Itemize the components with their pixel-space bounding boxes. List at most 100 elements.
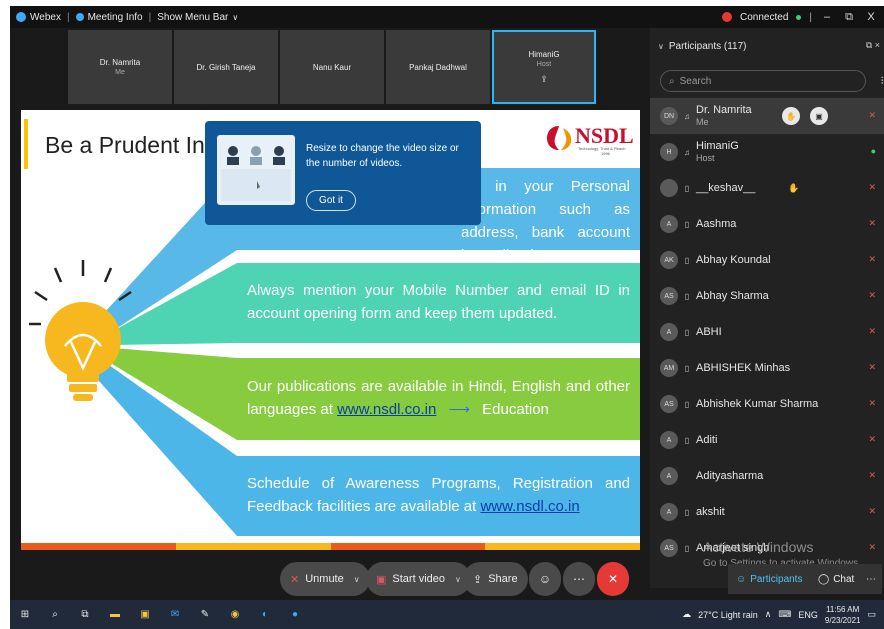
headset-icon: ♫ [684, 111, 690, 121]
mic-muted-icon[interactable]: ✕ [868, 470, 876, 481]
slide-box-mobile-email: Always mention your Mobile Number and em… [237, 263, 640, 343]
mic-muted-icon[interactable]: ✕ [868, 290, 876, 301]
clock[interactable]: 11:56 AM 9/23/2021 [825, 604, 861, 626]
mic-muted-icon[interactable]: ✕ [868, 542, 876, 553]
nsdl-year: 1996 [601, 151, 610, 156]
participants-toggle-button[interactable]: ☺ Participants [728, 564, 811, 594]
avatar [660, 179, 678, 197]
share-button[interactable]: ⇪ Share [463, 562, 528, 596]
unmute-label: Unmute [305, 573, 344, 585]
video-tile-active[interactable]: HimaniG Host ⇪ [492, 30, 596, 104]
raised-hand-icon: ✋ [788, 183, 800, 193]
start-video-button[interactable]: ▣ Start video ∨ [366, 562, 471, 596]
popout-close-icon[interactable]: ⧉ × [866, 40, 880, 51]
unmute-button[interactable]: ✕ Unmute ∨ [280, 562, 370, 596]
tile-sub: Me [115, 69, 125, 76]
mic-muted-icon[interactable]: ✕ [868, 506, 876, 517]
participant-row[interactable]: A ▯ Aashma ✕ [650, 206, 884, 242]
tile-sub: Host [536, 60, 552, 68]
phone-icon: ▯ [684, 435, 690, 445]
panel-more-button[interactable]: ⋯ [860, 564, 882, 594]
participant-search-input[interactable]: ⌕ Search [660, 70, 866, 92]
close-window-button[interactable]: X [864, 11, 878, 23]
weather-icon: ☁ [682, 609, 692, 619]
participant-row[interactable]: ▯ __keshav__ ✋ ✕ [650, 170, 884, 206]
nsdl-link[interactable]: www.nsdl.co.in [337, 401, 436, 418]
leave-meeting-button[interactable]: ✕ [597, 562, 629, 596]
windows-start-icon[interactable]: ⊞ [10, 600, 40, 629]
webex-taskbar-icon[interactable]: ● [280, 600, 310, 629]
activate-windows-watermark: Activate Windows [703, 539, 814, 555]
chevron-down-icon: ∨ [232, 12, 239, 22]
video-tile[interactable]: Nanu Kaur [280, 30, 384, 104]
nsdl-link[interactable]: www.nsdl.co.in [480, 498, 579, 515]
mail-icon[interactable]: ✉ [160, 600, 190, 629]
more-options-button[interactable]: ⋯ [563, 562, 595, 596]
participant-list: DN ♫ Dr. Namrita Me ✋ ▣ ✕ H ♫ HimaniG Ho… [650, 98, 884, 566]
participant-row[interactable]: A ▯ akshit ✕ [650, 494, 884, 530]
participant-row[interactable]: AS ▯ Abhishek Kumar Sharma ✕ [650, 386, 884, 422]
task-view-icon[interactable]: ⧉ [70, 600, 100, 629]
video-strip: Dr. Namrita Me Dr. Girish Taneja Nanu Ka… [68, 30, 596, 104]
participant-row[interactable]: AS ▯ Abhay Sharma ✕ [650, 278, 884, 314]
chat-toggle-button[interactable]: ◯ Chat [810, 564, 863, 594]
share-icon: ⇪ [473, 573, 483, 586]
mic-on-icon[interactable]: ● [871, 146, 876, 156]
got-it-button[interactable]: Got it [306, 190, 356, 211]
share-screen-icon: ⇪ [540, 73, 548, 84]
participant-row[interactable]: DN ♫ Dr. Namrita Me ✋ ▣ ✕ [650, 98, 884, 134]
participant-name: __keshav__ [696, 182, 756, 194]
participant-row[interactable]: AK ▯ Abhay Koundal ✕ [650, 242, 884, 278]
search-icon[interactable]: ⌕ [40, 600, 70, 629]
more-button[interactable]: ▣ [810, 107, 828, 125]
mic-muted-icon[interactable]: ✕ [868, 110, 876, 121]
minimize-button[interactable]: – [820, 11, 834, 23]
restore-button[interactable]: ⧉ [842, 11, 856, 24]
show-menu-bar-button[interactable]: Show Menu Bar ∨ [151, 12, 244, 23]
collapse-chevron-icon[interactable]: ∨ [658, 42, 664, 51]
participant-row[interactable]: A ▯ Aditi ✕ [650, 422, 884, 458]
store-icon[interactable]: ▣ [130, 600, 160, 629]
phone-icon: ▯ [684, 507, 690, 517]
avatar: H [660, 143, 678, 161]
raise-hand-button[interactable]: ✋ [782, 107, 800, 125]
file-explorer-icon[interactable]: ▬ [100, 600, 130, 629]
sort-icon[interactable]: ⁝ [881, 74, 884, 87]
mic-muted-icon[interactable]: ✕ [868, 326, 876, 337]
weather-text[interactable]: 27°C Light rain [698, 610, 758, 620]
mic-muted-icon[interactable]: ✕ [868, 434, 876, 445]
reactions-button[interactable]: ☺ [529, 562, 561, 596]
video-tile[interactable]: Dr. Namrita Me [68, 30, 172, 104]
box3-education: Education [482, 401, 549, 418]
tile-name: Nanu Kaur [312, 62, 352, 72]
participant-row[interactable]: AM ▯ ABHISHEK Minhas ✕ [650, 350, 884, 386]
webex-screen: Webex | Meeting Info | Show Menu Bar ∨ C… [10, 6, 884, 629]
participant-name: Aditi [696, 434, 718, 446]
meeting-controls: ✕ Unmute ∨ ▣ Start video ∨ ⇪ Share ☺ ⋯ ✕… [10, 558, 884, 600]
phone-icon: ▯ [684, 291, 690, 301]
language-indicator[interactable]: ENG [798, 610, 818, 620]
mic-muted-icon[interactable]: ✕ [868, 398, 876, 409]
edge-icon[interactable]: ◐ [250, 600, 280, 629]
mic-muted-icon[interactable]: ✕ [868, 182, 876, 193]
mic-muted-icon[interactable]: ✕ [868, 362, 876, 373]
video-tile[interactable]: Pankaj Dadhwal [386, 30, 490, 104]
avatar: A [660, 215, 678, 233]
webex-menu[interactable]: Webex [10, 12, 67, 23]
notification-icon[interactable]: ▭ [867, 609, 876, 620]
video-tile[interactable]: Dr. Girish Taneja [174, 30, 278, 104]
participant-row[interactable]: A Adityasharma ✕ [650, 458, 884, 494]
paint-icon[interactable]: ✎ [190, 600, 220, 629]
box2-text: Always mention your Mobile Number and em… [247, 282, 630, 322]
participant-row[interactable]: H ♫ HimaniG Host ● [650, 134, 884, 170]
keyboard-icon[interactable]: ⌨ [778, 609, 791, 620]
mic-muted-icon[interactable]: ✕ [868, 254, 876, 265]
meeting-info-button[interactable]: Meeting Info [70, 12, 149, 23]
mic-muted-icon[interactable]: ✕ [868, 218, 876, 229]
search-placeholder: Search [679, 75, 712, 87]
chrome-icon[interactable]: ◉ [220, 600, 250, 629]
start-video-label: Start video [392, 573, 445, 585]
participant-name: akshit [696, 506, 725, 518]
tray-chevron-icon[interactable]: ∧ [765, 609, 772, 620]
participant-row[interactable]: A ▯ ABHI ✕ [650, 314, 884, 350]
